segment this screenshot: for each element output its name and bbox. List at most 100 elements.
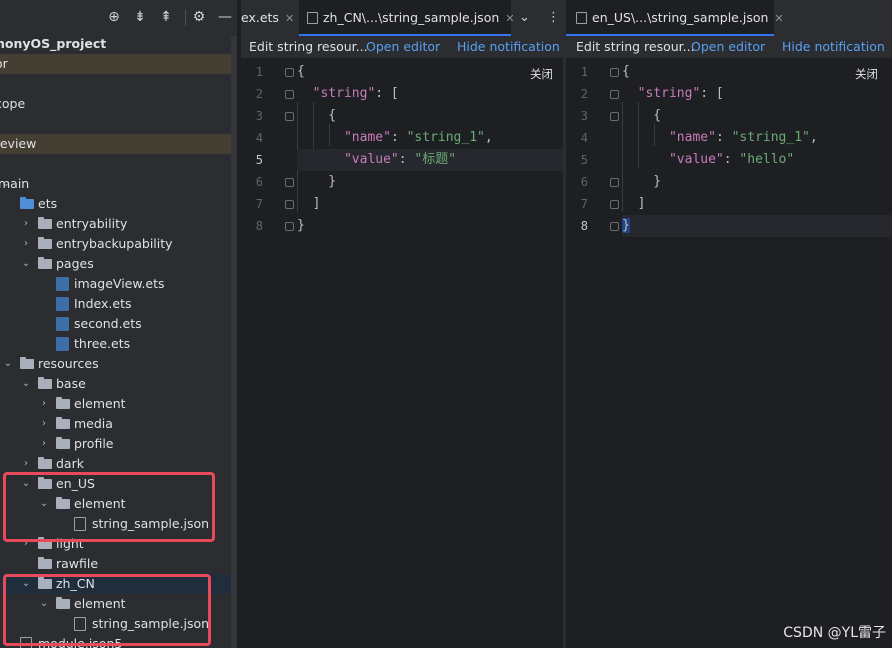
code-token: :	[715, 130, 732, 145]
tree-item-label: review	[0, 136, 37, 151]
folder-icon	[38, 457, 52, 469]
code-line: "name": "string_1",	[622, 127, 892, 149]
line-number: 4	[580, 131, 588, 145]
close-icon[interactable]: ✕	[774, 12, 783, 25]
chevron-right-icon[interactable]: ›	[20, 214, 32, 234]
gear-icon[interactable]: ⚙	[190, 8, 208, 26]
code-token: ]	[297, 196, 321, 211]
fold-icon[interactable]	[285, 112, 294, 121]
fold-icon[interactable]	[610, 90, 619, 99]
expand-all-icon[interactable]: ⇟	[131, 8, 149, 26]
fold-icon[interactable]	[285, 68, 294, 77]
tree-item-label: dark	[56, 456, 84, 471]
fold-icon[interactable]	[610, 222, 619, 231]
chevron-down-icon[interactable]: ⌄	[519, 0, 530, 36]
folder-icon	[20, 197, 34, 209]
code-line: ]	[622, 193, 892, 215]
open-editor-link[interactable]: Open editor	[366, 36, 440, 58]
fold-icon[interactable]	[285, 222, 294, 231]
notification-bar-left: Edit string resour... Open editor Hide n…	[241, 36, 563, 58]
open-editor-link[interactable]: Open editor	[691, 36, 765, 58]
tree-item-label: entrybackupability	[56, 236, 173, 251]
folder-icon	[20, 357, 34, 369]
fold-icon[interactable]	[285, 90, 294, 99]
code-line: {	[622, 105, 892, 127]
hide-notification-link[interactable]: Hide notification	[782, 36, 885, 58]
code-area-right[interactable]: { "string": [ { "name": "string_1", "val…	[622, 58, 892, 648]
chevron-right-icon[interactable]: ›	[38, 434, 50, 454]
crosshair-icon[interactable]: ⊕	[105, 8, 123, 26]
tree-item[interactable]: review	[0, 134, 237, 154]
hide-notification-link[interactable]: Hide notification	[457, 36, 560, 58]
tab-zh-cn-json[interactable]: zh_CN\...\string_sample.json ✕	[299, 0, 514, 36]
fold-icon[interactable]	[610, 178, 619, 187]
chevron-down-icon[interactable]: ⌄	[20, 254, 32, 274]
line-number: 3	[580, 109, 588, 123]
chevron-down-icon[interactable]: ⌄	[20, 374, 32, 394]
tree-item-label: main	[0, 176, 30, 191]
code-area-left[interactable]: { "string": [ { "name": "string_1", "val…	[297, 58, 563, 648]
code-line: "value": "hello"	[622, 149, 892, 171]
fold-icon[interactable]	[610, 68, 619, 77]
fold-icon[interactable]	[610, 200, 619, 209]
close-icon[interactable]: ✕	[505, 12, 514, 25]
folder-icon	[38, 237, 52, 249]
fold-icon[interactable]	[610, 112, 619, 121]
tree-item-label: entryability	[56, 216, 128, 231]
editor-right: en_US\...\string_sample.json ✕ Edit strin…	[566, 0, 892, 648]
line-number: 2	[255, 87, 263, 101]
tree-item-label: profile	[74, 436, 114, 451]
tab-index-ets[interactable]: ex.ets ✕	[241, 0, 300, 36]
code-token: "value"	[668, 152, 724, 167]
tree-item[interactable]: or	[0, 54, 237, 74]
line-number: 5	[255, 153, 263, 167]
tree-item-label: Index.ets	[74, 296, 132, 311]
notification-message: Edit string resour...	[576, 39, 695, 54]
tree-item-label: pages	[56, 256, 94, 271]
code-token: "hello"	[739, 152, 795, 167]
chevron-down-icon[interactable]: ⌄	[2, 354, 14, 374]
code-token: }	[297, 174, 337, 189]
notification-bar-right: Edit string resour... Open editor Hide n…	[566, 36, 892, 58]
line-number: 4	[255, 131, 263, 145]
gutter-left: 1 2 3 4 5 6 7 8	[241, 58, 294, 648]
line-number: 7	[580, 197, 588, 211]
gutter-right: 1 2 3 4 5 6 7 8	[566, 58, 619, 648]
code-token: ]	[622, 196, 646, 211]
code-line: }	[297, 215, 563, 237]
chevron-right-icon[interactable]: ›	[20, 454, 32, 474]
fold-icon[interactable]	[285, 178, 294, 187]
code-token: "string"	[312, 86, 376, 101]
code-token: "string_1"	[731, 130, 810, 145]
tab-label: en_US\...\string_sample.json	[592, 10, 769, 25]
code-token: "value"	[343, 152, 399, 167]
code-line: "name": "string_1",	[297, 127, 563, 149]
folder-icon	[38, 257, 52, 269]
chevron-right-icon[interactable]: ›	[20, 234, 32, 254]
folder-icon	[56, 397, 70, 409]
json-file-icon	[307, 12, 318, 24]
minimize-icon[interactable]: —	[216, 8, 234, 26]
chevron-right-icon[interactable]: ›	[38, 394, 50, 414]
chevron-right-icon[interactable]: ›	[38, 414, 50, 434]
code-token: :	[390, 130, 407, 145]
editor-left: ex.ets ✕ zh_CN\...\string_sample.json ✕ ⌄ …	[241, 0, 563, 648]
collapse-all-icon[interactable]: ⇞	[157, 8, 175, 26]
project-panel: ⊕ ⇟ ⇞ ⚙ — nonyOS_project orcopereviewt⌄m…	[0, 0, 237, 648]
folder-icon	[38, 217, 52, 229]
close-icon[interactable]: ✕	[285, 12, 294, 25]
tab-en-us-json[interactable]: en_US\...\string_sample.json ✕	[566, 0, 784, 36]
fold-icon[interactable]	[285, 200, 294, 209]
line-number: 7	[255, 197, 263, 211]
tab-label: ex.ets	[241, 10, 279, 25]
tree-item-label: element	[74, 396, 126, 411]
code-line: {	[622, 61, 892, 83]
project-title[interactable]: nonyOS_project	[0, 34, 106, 54]
code-line: ]	[297, 193, 563, 215]
code-line: {	[297, 61, 563, 83]
more-vertical-icon[interactable]: ⋮	[547, 0, 560, 36]
folder-icon	[56, 437, 70, 449]
